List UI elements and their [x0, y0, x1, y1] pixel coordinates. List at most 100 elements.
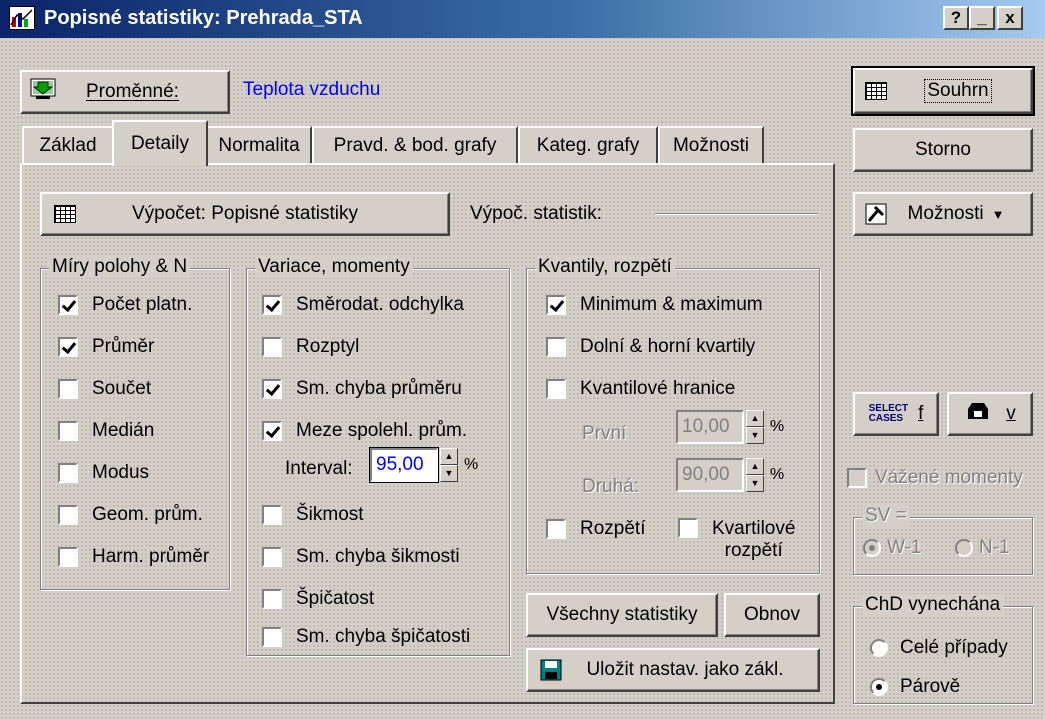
- weight-button[interactable]: v: [947, 392, 1033, 436]
- weighted-moments-checkbox[interactable]: Vážené momenty: [847, 467, 1023, 489]
- range-checkbox[interactable]: Rozpětí: [546, 518, 645, 540]
- location-checkbox-4[interactable]: Modus: [58, 462, 149, 484]
- all-stats-button[interactable]: Všechny statistiky: [526, 593, 718, 637]
- md-casewise-radio[interactable]: [870, 639, 888, 657]
- variation-checkbox-box[interactable]: [262, 295, 282, 315]
- save-defaults-button[interactable]: Uložit nastav. jako zákl.: [526, 648, 820, 692]
- variation-checkbox-box[interactable]: [262, 627, 282, 647]
- interval-input[interactable]: 95,00: [369, 447, 439, 483]
- interval-spin-arrows[interactable]: ▲ ▼: [440, 448, 458, 482]
- spin-down-icon[interactable]: ▼: [746, 427, 764, 444]
- weighted-moments-label: Vážené momenty: [875, 467, 1023, 488]
- iqr-checkbox-box[interactable]: [678, 518, 698, 538]
- summary-button[interactable]: Souhrn: [851, 66, 1035, 116]
- md-radio-casewise[interactable]: Celé případy: [870, 637, 1008, 659]
- variation-checkbox-4[interactable]: Šikmost: [262, 504, 364, 526]
- spin-up-icon[interactable]: ▲: [746, 458, 764, 475]
- cancel-button[interactable]: Storno: [853, 128, 1033, 172]
- variation-checkbox-box[interactable]: [262, 505, 282, 525]
- variation-checkbox-2[interactable]: Sm. chyba průměru: [262, 378, 462, 400]
- quantile-checkbox-box[interactable]: [546, 379, 566, 399]
- variables-value[interactable]: Teplota vzduchu: [243, 79, 380, 101]
- help-button[interactable]: ?: [943, 6, 969, 30]
- quantile-checkbox-0[interactable]: Minimum & maximum: [546, 294, 763, 316]
- sv-w1-radio[interactable]: [863, 539, 881, 557]
- range-checkbox-box[interactable]: [546, 519, 566, 539]
- location-checkbox-box[interactable]: [58, 505, 78, 525]
- variation-checkbox-box[interactable]: [262, 589, 282, 609]
- quantile-checkbox-box[interactable]: [546, 295, 566, 315]
- location-checkbox-box[interactable]: [58, 547, 78, 567]
- first-quantile-input[interactable]: 10,00: [676, 410, 744, 444]
- variation-checkbox-box[interactable]: [262, 337, 282, 357]
- select-cases-button[interactable]: SELECT CASES f: [853, 392, 939, 436]
- spin-up-icon[interactable]: ▲: [746, 410, 764, 427]
- options-button[interactable]: Možnosti ▼: [853, 192, 1033, 236]
- variation-checkbox-6[interactable]: Špičatost: [262, 588, 374, 610]
- quantile-checkbox-label: Kvantilové hranice: [580, 378, 736, 399]
- sv-n1-radio[interactable]: [955, 539, 973, 557]
- tab-pravd-bod-grafy[interactable]: Pravd. & bod. grafy: [312, 126, 518, 164]
- variation-checkbox-box[interactable]: [262, 379, 282, 399]
- quantile-checkbox-box[interactable]: [546, 337, 566, 357]
- sv-radio-n1[interactable]: N-1: [955, 537, 1010, 559]
- location-checkbox-6[interactable]: Harm. průměr: [58, 546, 209, 568]
- variation-checkbox-3[interactable]: Meze spolehl. prům.: [262, 420, 467, 442]
- quantile-checkbox-2[interactable]: Kvantilové hranice: [546, 378, 735, 400]
- location-checkbox-label: Harm. průměr: [92, 546, 210, 567]
- sv-n1-label: N-1: [979, 537, 1010, 558]
- reset-button[interactable]: Obnov: [724, 593, 820, 637]
- variables-button[interactable]: Proměnné:: [20, 70, 230, 114]
- variation-checkbox-box[interactable]: [262, 547, 282, 567]
- variation-checkbox-box[interactable]: [262, 421, 282, 441]
- compute-stat-label: Výpoč. statistik:: [470, 203, 602, 224]
- tab-normalita[interactable]: Normalita: [206, 126, 312, 164]
- save-defaults-label: Uložit nastav. jako zákl.: [586, 659, 784, 680]
- md-pairwise-radio[interactable]: [870, 678, 888, 696]
- tab-zaklad[interactable]: Základ: [22, 126, 114, 164]
- compute-button[interactable]: Výpočet: Popisné statistiky: [40, 192, 450, 236]
- md-radio-pairwise[interactable]: Párově: [870, 676, 960, 698]
- second-quantile-arrows[interactable]: ▲ ▼: [746, 458, 764, 492]
- spin-down-icon[interactable]: ▼: [746, 475, 764, 492]
- quantile-checkbox-label: Dolní & horní kvartily: [580, 336, 756, 357]
- quantile-checkbox-1[interactable]: Dolní & horní kvartily: [546, 336, 755, 358]
- group-sv-title: SV =: [862, 505, 910, 527]
- interval-spinbox[interactable]: 95,00 ▲ ▼ %: [369, 447, 478, 483]
- location-checkbox-box[interactable]: [58, 337, 78, 357]
- spin-down-icon[interactable]: ▼: [440, 465, 458, 482]
- tab-kateg-grafy[interactable]: Kateg. grafy: [518, 126, 658, 164]
- second-quantile-input[interactable]: 90,00: [676, 458, 744, 492]
- location-checkbox-1[interactable]: Průměr: [58, 336, 154, 358]
- location-checkbox-2[interactable]: Součet: [58, 378, 151, 400]
- second-quantile-percent: %: [770, 466, 785, 483]
- location-checkbox-3[interactable]: Medián: [58, 420, 154, 442]
- location-checkbox-5[interactable]: Geom. prům.: [58, 504, 203, 526]
- variation-checkbox-7[interactable]: Sm. chyba špičatosti: [262, 626, 470, 648]
- location-checkbox-box[interactable]: [58, 295, 78, 315]
- first-quantile-arrows[interactable]: ▲ ▼: [746, 410, 764, 444]
- weighted-moments-box[interactable]: [847, 468, 867, 488]
- minimize-button[interactable]: _: [969, 6, 995, 30]
- location-checkbox-0[interactable]: Počet platn.: [58, 294, 192, 316]
- tab-detaily[interactable]: Detaily: [112, 120, 208, 166]
- variation-checkbox-label: Meze spolehl. prům.: [296, 420, 468, 441]
- sv-radio-w1[interactable]: W-1: [863, 537, 921, 559]
- summary-label: Souhrn: [924, 79, 992, 103]
- md-casewise-label: Celé případy: [900, 637, 1008, 658]
- location-checkbox-box[interactable]: [58, 379, 78, 399]
- first-quantile-spinbox[interactable]: 10,00 ▲ ▼ %: [676, 410, 784, 444]
- variation-checkbox-label: Rozptyl: [296, 336, 360, 357]
- iqr-checkbox[interactable]: Kvartilové rozpětí: [678, 518, 795, 562]
- select-cases-letter: f: [918, 403, 924, 424]
- variation-checkbox-5[interactable]: Sm. chyba šikmosti: [262, 546, 460, 568]
- close-button[interactable]: x: [997, 6, 1023, 30]
- variation-checkbox-0[interactable]: Směrodat. odchylka: [262, 294, 464, 316]
- weight-letter: v: [1006, 403, 1016, 424]
- location-checkbox-box[interactable]: [58, 463, 78, 483]
- second-quantile-spinbox[interactable]: 90,00 ▲ ▼ %: [676, 458, 784, 492]
- location-checkbox-box[interactable]: [58, 421, 78, 441]
- tab-moznosti[interactable]: Možnosti: [658, 126, 764, 164]
- variation-checkbox-1[interactable]: Rozptyl: [262, 336, 359, 358]
- spin-up-icon[interactable]: ▲: [440, 448, 458, 465]
